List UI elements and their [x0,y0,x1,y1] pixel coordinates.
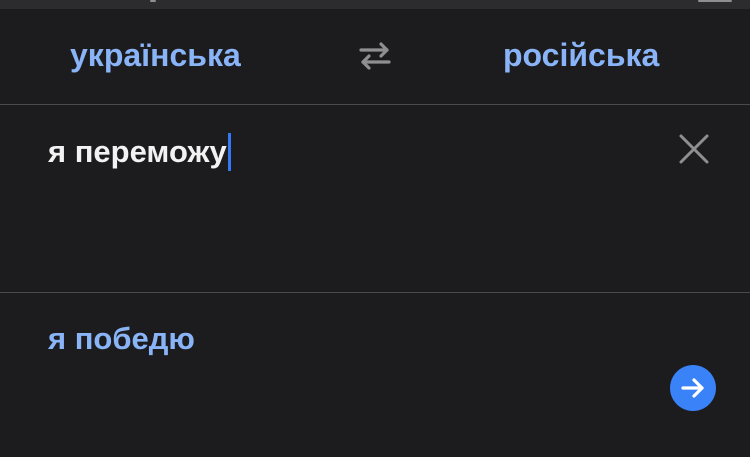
arrow-right-icon [681,378,704,398]
status-bar [0,0,750,9]
source-text-field[interactable]: я переможу [48,133,231,171]
input-area[interactable]: я переможу [0,105,750,292]
translation-area: я победю [0,293,750,457]
go-button[interactable] [670,365,716,411]
clear-button[interactable] [678,133,710,165]
language-bar: українська російська [0,9,750,104]
close-icon [679,134,709,164]
source-text: я переможу [48,134,227,169]
swap-languages-button[interactable] [355,39,395,73]
translation-text: я победю [48,321,195,356]
target-language-button[interactable]: російська [503,37,659,74]
status-indicator [150,0,156,2]
battery-icon [698,0,732,2]
text-caret [227,133,231,171]
swap-arrows-icon [359,42,391,70]
source-language-button[interactable]: українська [70,37,241,74]
